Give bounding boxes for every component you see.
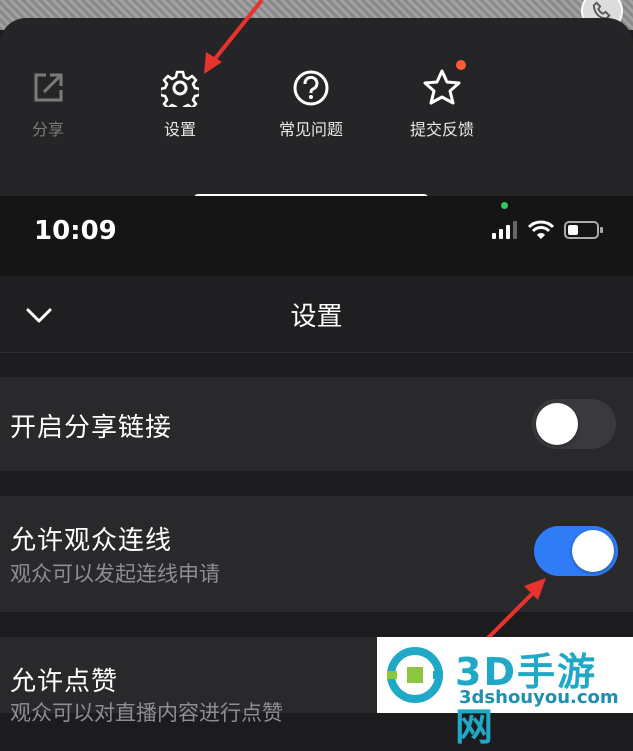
watermark-logo [387, 647, 443, 703]
watermark: 3D手游网 3dshouyou.com [377, 637, 633, 749]
watermark-url: 3dshouyou.com [459, 687, 619, 708]
arrow-to-toggle [484, 578, 546, 642]
arrow-to-settings [204, 0, 264, 74]
annotation-arrows [204, 0, 546, 642]
